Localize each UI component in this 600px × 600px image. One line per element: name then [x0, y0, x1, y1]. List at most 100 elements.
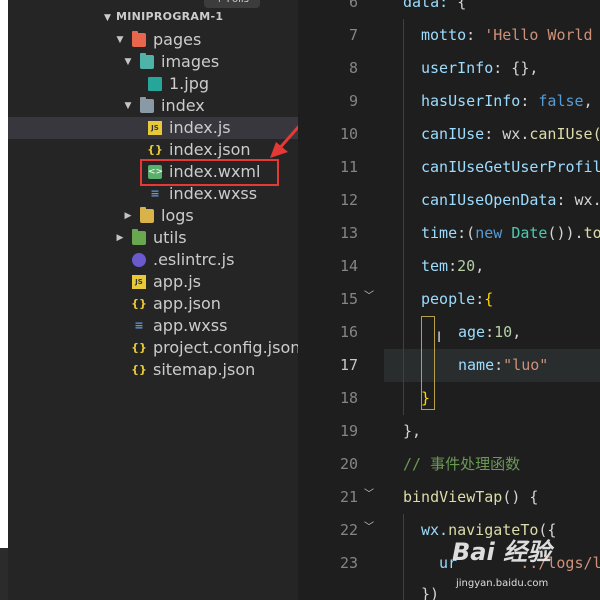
tree-file-index-wxss[interactable]: ≡ index.wxss	[8, 183, 298, 205]
code-line-9: hasUserInfo: false,	[421, 92, 593, 110]
code-line-20: // 事件处理函数	[403, 455, 521, 473]
tree-item-label: images	[161, 52, 220, 71]
tree-item-label: project.config.json	[153, 338, 301, 357]
tree-item-label: index	[161, 96, 205, 115]
explorer-section-header[interactable]: ▼ MINIPROGRAM-1	[104, 8, 223, 26]
line-number: 19	[339, 422, 358, 440]
code-line-17: name:"luo"	[458, 356, 549, 374]
tree-item-label: pages	[153, 30, 202, 49]
code-line-7: motto: 'Hello World	[421, 26, 593, 44]
tree-file-index-js[interactable]: JS index.js	[8, 117, 298, 139]
tree-file-app-wxss[interactable]: ≡ app.wxss	[8, 315, 298, 337]
code-line-10: canIUse: wx.canIUse(	[421, 125, 600, 143]
code-line-24: })	[421, 585, 440, 600]
line-number: 9	[348, 92, 358, 110]
eslint-file-icon	[132, 253, 146, 267]
chevron-down-icon: ▼	[124, 101, 132, 111]
fold-chevron-icon[interactable]: ﹀	[364, 485, 374, 500]
explorer-sidebar: + Folls ▼MINIPROGRAM-1 ▼ pages ▼ images …	[8, 0, 301, 600]
fold-chevron-icon[interactable]: ﹀	[364, 287, 374, 302]
tree-item-label: 1.jpg	[169, 74, 210, 93]
tree-item-label: app.js	[153, 272, 201, 291]
line-number-active: 17	[339, 356, 358, 374]
line-number: 16	[339, 323, 358, 341]
folder-teal-icon	[140, 53, 154, 69]
indent-guide	[403, 19, 404, 415]
line-number: 12	[339, 191, 358, 209]
tree-item-label: logs	[161, 206, 194, 225]
tree-folder-logs[interactable]: ▶ logs	[8, 205, 298, 227]
fold-chevron-icon[interactable]: ﹀	[364, 518, 374, 533]
code-line-13: time:(new Date()).to	[421, 224, 600, 242]
line-number: 11	[339, 158, 358, 176]
chevron-down-icon: ▼	[104, 13, 112, 23]
watermark-brand: Bai 经验	[452, 538, 552, 566]
tree-file-app-js[interactable]: JS app.js	[8, 271, 298, 293]
line-number: 23	[339, 554, 358, 572]
code-line-8: userInfo: {},	[421, 59, 539, 77]
line-number: 8	[348, 59, 358, 77]
tree-folder-utils[interactable]: ▶ utils	[8, 227, 298, 249]
json-file-icon: {}	[131, 363, 147, 376]
wxss-file-icon: ≡	[134, 319, 144, 332]
line-number: 21	[339, 488, 358, 506]
line-number: 6	[348, 0, 358, 11]
json-file-icon: {}	[147, 143, 163, 156]
tree-folder-pages[interactable]: ▼ pages	[8, 29, 298, 51]
code-editor[interactable]: 6 7 8 9 10 11 12 13 14 15 16 17 18 19 20…	[298, 0, 600, 600]
js-file-icon: JS	[148, 121, 162, 135]
highlight-box	[140, 159, 279, 186]
json-file-icon: {}	[131, 341, 147, 354]
tree-item-label: index.js	[169, 118, 231, 137]
code-line-15: people:{	[421, 290, 494, 308]
line-number: 10	[339, 125, 358, 143]
tree-file-app-json[interactable]: {} app.json	[8, 293, 298, 315]
background-window-edge-dark	[0, 548, 8, 600]
code-line-11: canIUseGetUserProfil	[421, 158, 600, 176]
tree-item-label: index.json	[169, 140, 251, 159]
js-file-icon: JS	[132, 275, 146, 289]
indent-guide	[403, 514, 404, 600]
project-title: MINIPROGRAM-1	[116, 10, 224, 23]
code-line-14: tem:20,	[421, 257, 485, 275]
code-line-18: }	[421, 389, 431, 407]
background-window-edge	[0, 0, 8, 548]
code-line-16: age:10,	[458, 323, 522, 341]
tree-item-label: app.wxss	[153, 316, 228, 335]
tree-item-label: index.wxss	[169, 184, 258, 203]
tree-file-sitemap[interactable]: {} sitemap.json	[8, 359, 298, 381]
chevron-down-icon: ▼	[116, 35, 124, 45]
line-number: 7	[348, 26, 358, 44]
tree-folder-images[interactable]: ▼ images	[8, 51, 298, 73]
line-number: 20	[339, 455, 358, 473]
chevron-right-icon: ▶	[124, 211, 132, 221]
tree-file-eslintrc[interactable]: .eslintrc.js	[8, 249, 298, 271]
text-cursor-icon: I	[437, 330, 442, 346]
line-number: 18	[339, 389, 358, 407]
wxss-file-icon: ≡	[150, 187, 160, 200]
tree-file-1-jpg[interactable]: 1.jpg	[8, 73, 298, 95]
top-tab[interactable]: + Folls	[204, 0, 260, 8]
line-number: 13	[339, 224, 358, 242]
watermark-url: jingyan.baidu.com	[456, 578, 549, 589]
code-line-19: },	[403, 422, 422, 440]
code-line-6: data: {	[403, 0, 467, 11]
tree-file-index-json[interactable]: {} index.json	[8, 139, 298, 161]
baidu-watermark: Bai 经验 jingyan.baidu.com	[452, 532, 592, 596]
tree-item-label: app.json	[153, 294, 221, 313]
tree-item-label: sitemap.json	[153, 360, 256, 379]
tree-folder-index[interactable]: ▼ index	[8, 95, 298, 117]
folder-green-icon	[132, 229, 146, 245]
line-number: 22	[339, 521, 358, 539]
image-file-icon	[148, 77, 162, 91]
line-number: 14	[339, 257, 358, 275]
tree-item-label: .eslintrc.js	[153, 250, 235, 269]
line-number: 15	[339, 290, 358, 308]
tree-file-project-config[interactable]: {} project.config.json	[8, 337, 301, 359]
json-file-icon: {}	[131, 297, 147, 310]
code-line-21: bindViewTap() {	[403, 488, 539, 506]
code-line-12: canIUseOpenData: wx.	[421, 191, 600, 209]
folder-yellow-icon	[140, 207, 154, 223]
folder-icon	[140, 97, 154, 113]
folder-red-icon	[132, 31, 146, 47]
